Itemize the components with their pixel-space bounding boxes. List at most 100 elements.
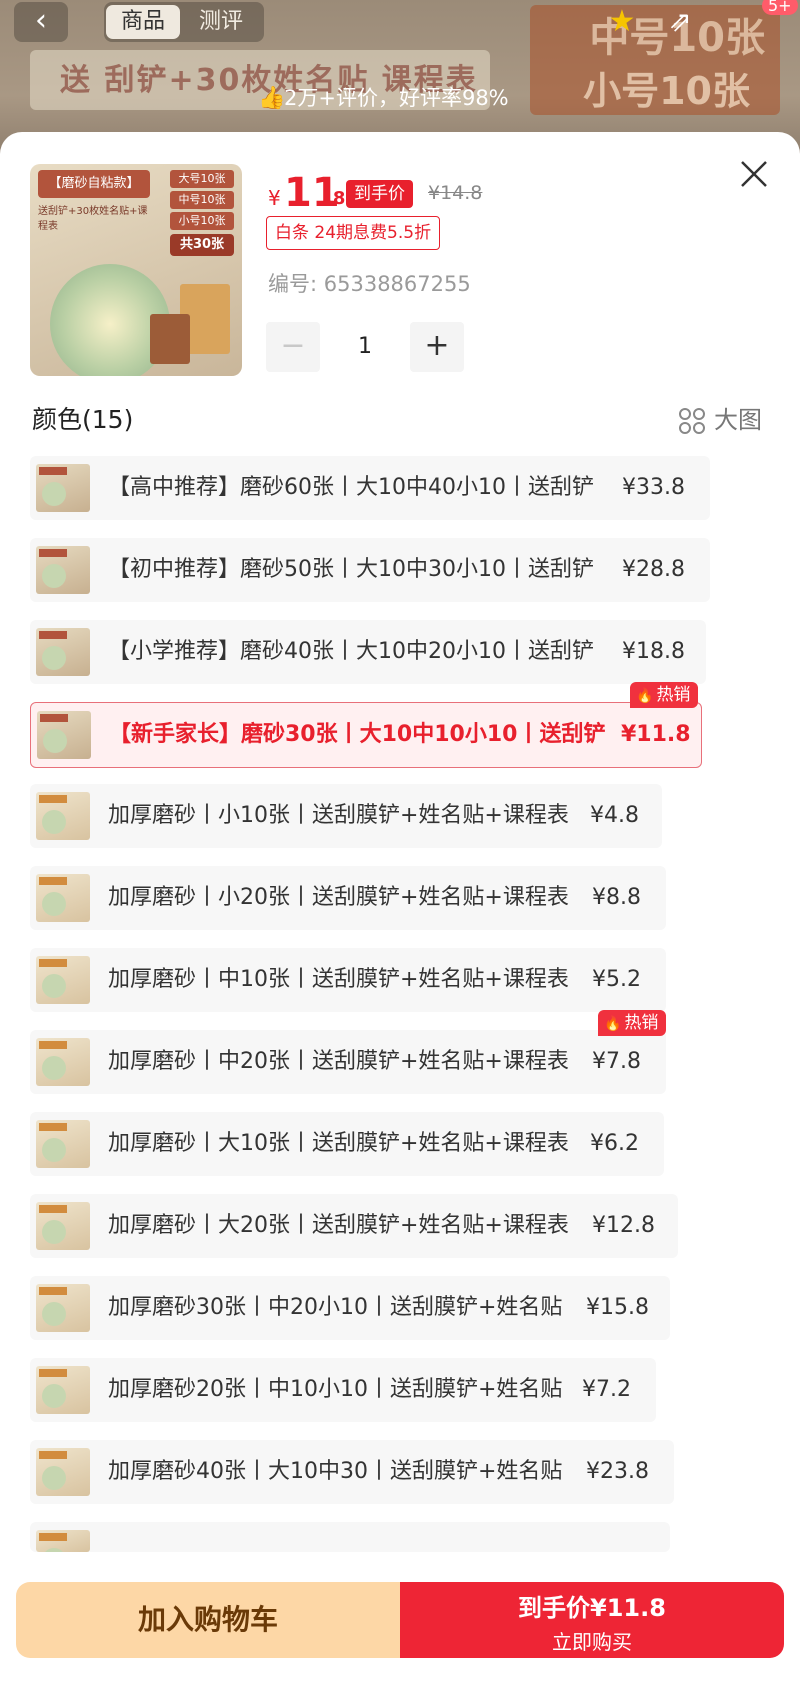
option-label: 加厚磨砂丨大20张丨送刮膜铲+姓名贴+课程表 [108, 1213, 569, 1238]
option-item[interactable]: 加厚磨砂丨小20张丨送刮膜铲+姓名贴+课程表 ¥8.8 [30, 866, 666, 930]
option-price: ¥5.2 [592, 967, 641, 992]
tab-product[interactable]: 商品 [106, 5, 180, 39]
option-label: 加厚磨砂丨小10张丨送刮膜铲+姓名贴+课程表 [108, 803, 569, 828]
thumb-total: 共30张 [170, 234, 234, 256]
option-label: 加厚磨砂40张丨大10中30丨送刮膜铲+姓名贴 [108, 1459, 563, 1484]
option-price: ¥6.2 [590, 1131, 639, 1156]
option-thumbnail [36, 1530, 90, 1552]
review-text: 2万+评价，好评率98% [284, 86, 509, 110]
thumb-sizes: 大号10张 中号10张 小号10张 共30张 [170, 170, 234, 256]
original-price: ¥14.8 [428, 182, 483, 204]
option-thumbnail [36, 956, 90, 1004]
option-price: ¥4.8 [590, 803, 639, 828]
option-label: 【高中推荐】磨砂60张丨大10中40小10丨送刮铲 [108, 475, 594, 500]
option-thumbnail [36, 546, 90, 594]
option-price: ¥15.8 [586, 1295, 649, 1320]
option-thumbnail [36, 1038, 90, 1086]
sku-sheet: 【磨砂自粘款】 送刮铲+30枚姓名贴+课程表 大号10张 中号10张 小号10张… [0, 132, 800, 1687]
buy-price-label: 到手价¥11.8 [518, 1594, 666, 1622]
fire-icon: 🔥 [636, 688, 654, 704]
quantity-value[interactable]: 1 [320, 322, 410, 372]
option-label: 加厚磨砂20张丨中10小10丨送刮膜铲+姓名贴 [108, 1377, 563, 1402]
thumb-size: 中号10张 [170, 191, 234, 209]
option-price: ¥28.8 [622, 557, 685, 582]
star-icon[interactable]: ★ [604, 4, 640, 40]
grid-icon [679, 408, 705, 434]
thumb-size: 小号10张 [170, 212, 234, 230]
option-price: ¥12.8 [592, 1213, 655, 1238]
option-item[interactable]: 【初中推荐】磨砂50张丨大10中30小10丨送刮铲 ¥28.8 [30, 538, 710, 602]
option-thumbnail [36, 792, 90, 840]
thumbs-up-icon: 👍 [258, 86, 286, 111]
option-thumbnail [37, 711, 91, 759]
buy-now-label: 立即购买 [552, 1630, 632, 1654]
option-item[interactable]: 【小学推荐】磨砂40张丨大10中20小10丨送刮铲 ¥18.8 [30, 620, 706, 684]
close-button[interactable] [734, 154, 774, 194]
option-price: ¥7.2 [582, 1377, 631, 1402]
quantity-stepper: − 1 + [266, 322, 466, 372]
thumb-size: 大号10张 [170, 170, 234, 188]
option-item[interactable]: 加厚磨砂丨中20张丨送刮膜铲+姓名贴+课程表 ¥7.8 [30, 1030, 666, 1094]
option-thumbnail [36, 464, 90, 512]
option-label: 加厚磨砂丨中20张丨送刮膜铲+姓名贴+课程表 [108, 1049, 569, 1074]
buy-now-button[interactable]: 到手价¥11.8 立即购买 [400, 1582, 784, 1658]
product-thumbnail[interactable]: 【磨砂自粘款】 送刮铲+30枚姓名贴+课程表 大号10张 中号10张 小号10张… [30, 164, 242, 376]
option-thumbnail [36, 1202, 90, 1250]
option-thumbnail [36, 874, 90, 922]
option-item-partial[interactable] [30, 1522, 670, 1552]
option-price: ¥23.8 [586, 1459, 649, 1484]
bottom-action-bar: 加入购物车 到手价¥11.8 立即购买 [0, 1578, 800, 1687]
option-item[interactable]: 加厚磨砂30张丨中20小10丨送刮膜铲+姓名贴 ¥15.8 [30, 1276, 670, 1340]
options-title: 颜色(15) [32, 405, 134, 434]
thumb-book-image [150, 314, 190, 364]
price-currency: ¥ [268, 186, 281, 210]
share-icon[interactable]: ⇗ [660, 4, 700, 40]
final-price-badge: 到手价 [346, 180, 413, 208]
option-label: 加厚磨砂30张丨中20小10丨送刮膜铲+姓名贴 [108, 1295, 563, 1320]
option-item[interactable]: 加厚磨砂丨小10张丨送刮膜铲+姓名贴+课程表 ¥4.8 [30, 784, 662, 848]
option-price: ¥18.8 [622, 639, 685, 664]
tab-bar: 商品 测评 [104, 2, 264, 42]
review-summary: 👍2万+评价，好评率98% [258, 82, 509, 112]
back-button[interactable]: ‹ [14, 2, 68, 42]
bg-size-text-2: 小号10张 [583, 69, 750, 113]
option-label: 【小学推荐】磨砂40张丨大10中20小10丨送刮铲 [108, 639, 594, 664]
option-thumbnail [36, 1284, 90, 1332]
option-label: 【初中推荐】磨砂50张丨大10中30小10丨送刮铲 [108, 557, 594, 582]
top-nav: ‹ 商品 测评 ★ ⇗ 5+ [0, 0, 800, 45]
option-item[interactable]: 加厚磨砂丨大10张丨送刮膜铲+姓名贴+课程表 ¥6.2 [30, 1112, 664, 1176]
option-price: ¥11.8 [621, 722, 691, 747]
option-item[interactable]: 加厚磨砂20张丨中10小10丨送刮膜铲+姓名贴 ¥7.2 [30, 1358, 656, 1422]
option-item[interactable]: 加厚磨砂丨中10张丨送刮膜铲+姓名贴+课程表 ¥5.2 [30, 948, 666, 1012]
option-label: 加厚磨砂丨小20张丨送刮膜铲+姓名贴+课程表 [108, 885, 569, 910]
thumb-header: 【磨砂自粘款】 [38, 170, 150, 198]
option-item-selected[interactable]: 【新手家长】磨砂30张丨大10中10小10丨送刮铲 ¥11.8 [30, 702, 702, 768]
product-code: 编号: 65338867255 [268, 272, 471, 296]
hot-badge: 🔥 热销 [630, 682, 699, 708]
thumb-sub: 送刮铲+30枚姓名贴+课程表 [38, 206, 148, 232]
price-decimal: .8 [326, 188, 346, 209]
installment-badge[interactable]: 白条 24期息费5.5折 [266, 216, 441, 250]
option-thumbnail [36, 1120, 90, 1168]
more-badge[interactable]: 5+ [762, 0, 798, 15]
big-view-toggle[interactable]: 大图 [678, 400, 762, 435]
hot-badge-label: 热销 [624, 1013, 659, 1033]
add-to-cart-button[interactable]: 加入购物车 [16, 1582, 400, 1658]
option-price: ¥7.8 [592, 1049, 641, 1074]
option-label: 【新手家长】磨砂30张丨大10中10小10丨送刮铲 [109, 722, 606, 747]
decrement-button[interactable]: − [266, 322, 320, 372]
tab-review[interactable]: 测评 [199, 2, 243, 42]
option-price: ¥8.8 [592, 885, 641, 910]
close-icon [741, 161, 767, 187]
option-item[interactable]: 加厚磨砂丨大20张丨送刮膜铲+姓名贴+课程表 ¥12.8 [30, 1194, 678, 1258]
hot-badge-label: 热销 [656, 685, 691, 705]
fire-icon: 🔥 [604, 1016, 622, 1032]
option-thumbnail [36, 1366, 90, 1414]
big-view-label: 大图 [714, 406, 762, 434]
option-item[interactable]: 【高中推荐】磨砂60张丨大10中40小10丨送刮铲 ¥33.8 [30, 456, 710, 520]
option-item[interactable]: 加厚磨砂40张丨大10中30丨送刮膜铲+姓名贴 ¥23.8 [30, 1440, 674, 1504]
option-thumbnail [36, 628, 90, 676]
increment-button[interactable]: + [410, 322, 464, 372]
option-label: 加厚磨砂丨中10张丨送刮膜铲+姓名贴+课程表 [108, 967, 569, 992]
option-label: 加厚磨砂丨大10张丨送刮膜铲+姓名贴+课程表 [108, 1131, 569, 1156]
